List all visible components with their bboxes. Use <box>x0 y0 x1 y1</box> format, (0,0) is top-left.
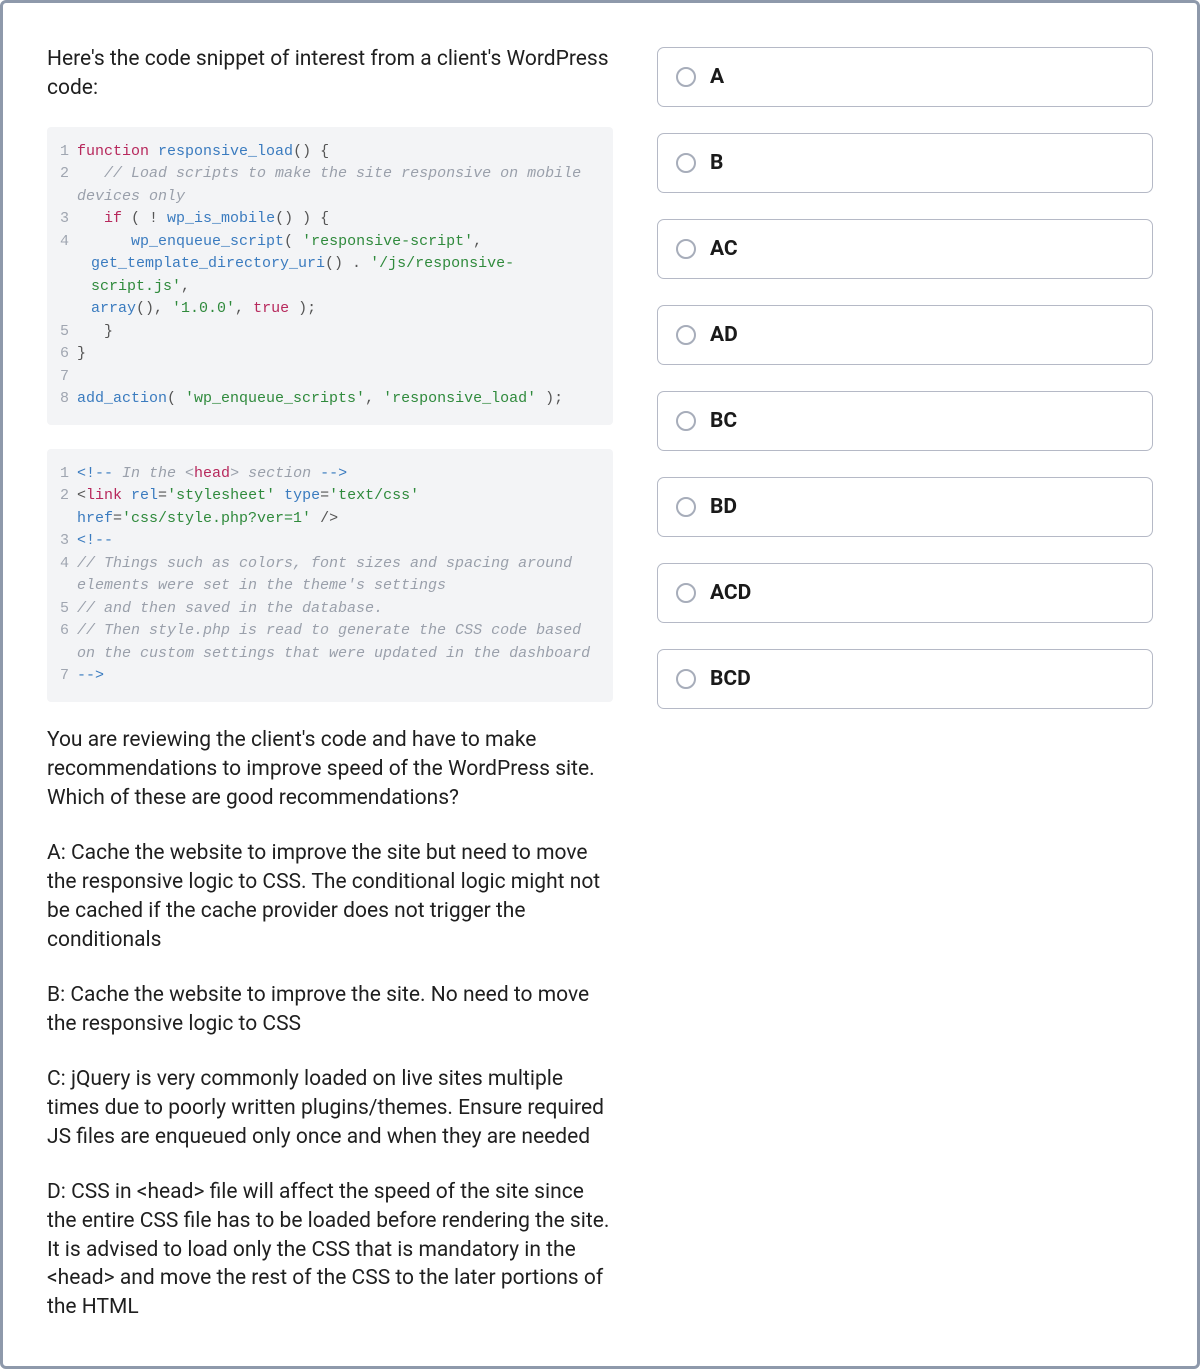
question-followup: You are reviewing the client's code and … <box>47 726 613 813</box>
code-line: 6 // Then style.php is read to generate … <box>59 620 601 665</box>
option-ac[interactable]: AC <box>657 219 1153 279</box>
option-label: BD <box>710 495 737 519</box>
code-snippet-php: 1 function responsive_load() { 2 // Load… <box>47 127 613 425</box>
code-line: 5 // and then saved in the database. <box>59 598 601 621</box>
code-line: 6 } <box>59 343 601 366</box>
code-line: 2 <link rel='stylesheet' type='text/css'… <box>59 485 601 530</box>
code-line: 3 <!-- <box>59 530 601 553</box>
code-line: 5 } <box>59 321 601 344</box>
code-line: 3 if ( ! wp_is_mobile() ) { <box>59 208 601 231</box>
radio-icon <box>676 67 696 87</box>
option-a[interactable]: A <box>657 47 1153 107</box>
code-line: 4 wp_enqueue_script( 'responsive-script'… <box>59 231 601 321</box>
option-label: B <box>710 151 723 175</box>
code-line: 1 <!-- In the <head> section --> <box>59 463 601 486</box>
choice-c-text: C: jQuery is very commonly loaded on liv… <box>47 1065 613 1152</box>
option-bcd[interactable]: BCD <box>657 649 1153 709</box>
question-column: Here's the code snippet of interest from… <box>47 45 613 1322</box>
option-label: A <box>710 65 724 89</box>
code-line: 7 <box>59 366 601 389</box>
option-bd[interactable]: BD <box>657 477 1153 537</box>
code-snippet-html: 1 <!-- In the <head> section --> 2 <link… <box>47 449 613 702</box>
option-label: AD <box>710 323 738 347</box>
radio-icon <box>676 153 696 173</box>
code-line: 2 // Load scripts to make the site respo… <box>59 163 601 208</box>
code-line: 1 function responsive_load() { <box>59 141 601 164</box>
option-label: BC <box>710 409 737 433</box>
code-line: 7 --> <box>59 665 601 688</box>
choice-a-text: A: Cache the website to improve the site… <box>47 839 613 955</box>
radio-icon <box>676 411 696 431</box>
code-line: 4 // Things such as colors, font sizes a… <box>59 553 601 598</box>
radio-icon <box>676 239 696 259</box>
radio-icon <box>676 497 696 517</box>
quiz-card: Here's the code snippet of interest from… <box>0 0 1200 1369</box>
answer-column: A B AC AD BC BD <box>657 45 1153 709</box>
option-acd[interactable]: ACD <box>657 563 1153 623</box>
radio-icon <box>676 583 696 603</box>
option-bc[interactable]: BC <box>657 391 1153 451</box>
option-b[interactable]: B <box>657 133 1153 193</box>
option-label: ACD <box>710 581 751 605</box>
columns: Here's the code snippet of interest from… <box>47 45 1153 1322</box>
radio-icon <box>676 669 696 689</box>
option-label: BCD <box>710 667 751 691</box>
code-line: 8 add_action( 'wp_enqueue_scripts', 'res… <box>59 388 601 411</box>
question-body: You are reviewing the client's code and … <box>47 726 613 1322</box>
question-intro: Here's the code snippet of interest from… <box>47 45 613 103</box>
option-ad[interactable]: AD <box>657 305 1153 365</box>
option-label: AC <box>710 237 738 261</box>
radio-icon <box>676 325 696 345</box>
choice-d-text: D: CSS in <head> file will affect the sp… <box>47 1178 613 1323</box>
choice-b-text: B: Cache the website to improve the site… <box>47 981 613 1039</box>
